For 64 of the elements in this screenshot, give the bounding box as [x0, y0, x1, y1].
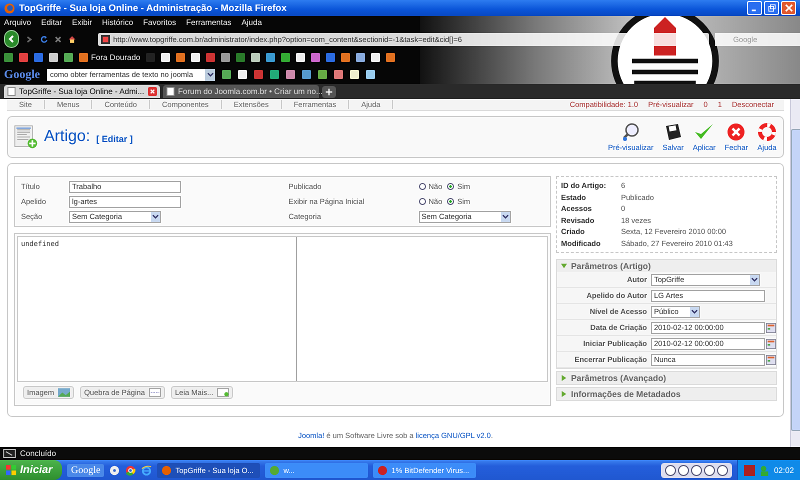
close-icon: [784, 4, 792, 12]
accordion-header[interactable]: Parâmetros (Avançado): [557, 372, 776, 384]
internet-explorer-icon[interactable]: [141, 464, 152, 476]
restore-button[interactable]: [764, 1, 779, 15]
clock: 02:02: [774, 466, 794, 474]
quick-launch-google[interactable]: Google: [67, 464, 104, 476]
read-more-icon: [217, 388, 230, 397]
forward-icon[interactable]: [25, 34, 34, 44]
page-break-icon: [148, 388, 161, 397]
close-icon: [726, 122, 746, 142]
app-icon: [377, 464, 388, 476]
app-icon: [161, 464, 172, 476]
site-favicon-icon: [101, 34, 110, 44]
menu-item[interactable]: Histórico: [102, 18, 134, 27]
plus-icon: [325, 88, 333, 96]
lifebuoy-icon: [757, 122, 777, 142]
page-icon: [7, 87, 16, 96]
status-icon: [3, 449, 16, 458]
status-text: Concluído: [20, 449, 56, 458]
accordion-header[interactable]: Parâmetros (Artigo): [557, 260, 776, 272]
menu-item[interactable]: Ferramentas: [186, 18, 232, 27]
calendar-icon[interactable]: [766, 322, 776, 332]
chrome-icon[interactable]: [125, 464, 136, 476]
article-add-icon: [14, 123, 38, 151]
firefox-icon: [4, 2, 15, 14]
menu-item[interactable]: Arquivo: [4, 18, 32, 27]
bookmark-item[interactable]: Fora Dourado: [79, 52, 140, 62]
home-icon[interactable]: [68, 34, 76, 44]
menu-item[interactable]: Editar: [41, 18, 62, 27]
google-logo: Google: [4, 67, 40, 82]
page-title: Artigo:: [44, 128, 90, 146]
new-tab-button[interactable]: [322, 86, 336, 98]
triangle-icon: [561, 391, 567, 397]
minimize-button[interactable]: [747, 1, 762, 15]
restore-icon: [768, 4, 776, 12]
calendar-icon[interactable]: [766, 354, 776, 364]
back-button[interactable]: [4, 30, 20, 48]
disc-icon[interactable]: [109, 464, 120, 476]
menu-item[interactable]: Ajuda: [241, 18, 262, 27]
close-tab-icon[interactable]: [148, 87, 157, 96]
page-icon: [166, 87, 175, 96]
caret-icon: [500, 212, 510, 222]
magnifier-icon: [620, 122, 641, 142]
media-controls[interactable]: [660, 462, 732, 478]
caret-icon: [690, 306, 699, 316]
caret-icon[interactable]: [205, 68, 215, 80]
window-title: TopGriffe - Sua loja Online - Administração - Mozilla Firefox: [19, 2, 288, 14]
calendar-icon[interactable]: [766, 338, 776, 348]
triangle-icon: [561, 375, 567, 381]
caret-icon: [750, 274, 759, 284]
windows-flag-icon: [6, 464, 17, 476]
app-icon: [269, 464, 280, 476]
triangle-icon: [561, 263, 567, 269]
reload-icon[interactable]: [40, 34, 48, 44]
caret-icon: [151, 212, 160, 222]
vertical-scrollbar[interactable]: [790, 99, 800, 447]
close-button[interactable]: [781, 1, 796, 15]
page-subtitle: [ Editar ]: [96, 134, 133, 144]
accordion-header[interactable]: Informações de Metadados: [557, 388, 776, 400]
stop-icon[interactable]: [54, 34, 62, 44]
image-icon: [58, 388, 70, 397]
menu-item[interactable]: Exibir: [72, 18, 92, 27]
browser-tab[interactable]: TopGriffe - Sua loja Online - Admi...: [4, 85, 160, 98]
menu-item[interactable]: Favoritos: [143, 18, 176, 27]
